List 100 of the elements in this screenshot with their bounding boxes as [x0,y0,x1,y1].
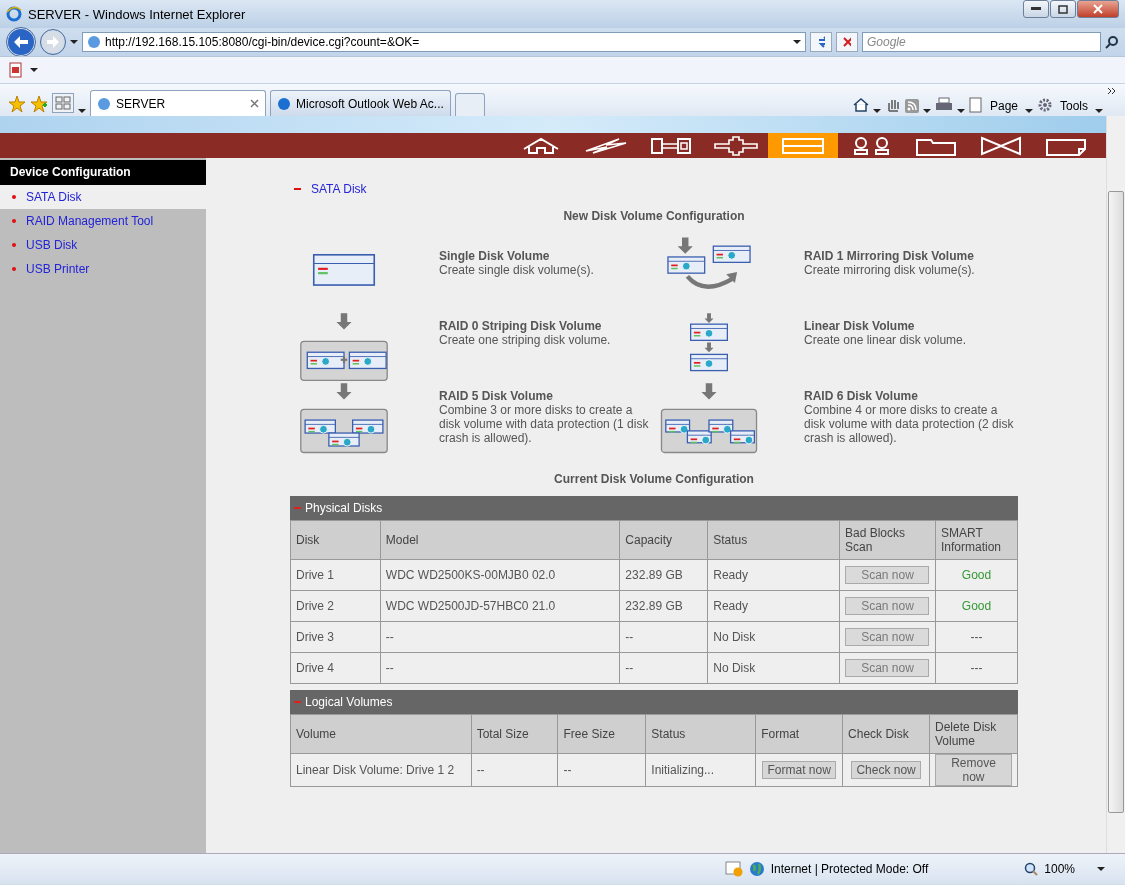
minimize-button[interactable] [1023,0,1049,18]
option-description: Create single disk volume(s). [439,263,595,277]
action-button[interactable]: Remove now [935,754,1012,786]
command-menu[interactable]: Tools [1057,99,1091,113]
gear-icon [1037,97,1053,113]
window-title: SERVER - Windows Internet Explorer [28,6,247,22]
sidebar-item[interactable]: SATA Disk [0,185,206,209]
table-cell: -- [619,652,708,684]
history-caret-icon[interactable] [70,40,78,44]
column-header: Status [707,520,840,560]
option-title: RAID 5 Disk Volume [439,389,554,403]
table-cell: Good [935,559,1018,591]
option-title: RAID 6 Disk Volume [804,389,919,403]
option-description: Create one striping disk volume. [439,333,612,347]
minimize-icon [1031,7,1041,11]
column-header: Delete Disk Volume [929,714,1018,754]
table-cell: -- [619,621,708,653]
column-header: Bad Blocks Scan [839,520,936,560]
column-header: Free Size [557,714,646,754]
table-cell: Ready [707,559,840,591]
caret-icon[interactable] [30,68,38,72]
table-cell: No Disk [707,652,840,684]
option-description: Combine 4 or more disks to create a disk volume with data protection (2 disk crash is allowed). [804,403,1014,445]
column-header: Check Disk [842,714,930,754]
stop-button[interactable] [836,32,858,52]
section-title[interactable]: SATA Disk [311,182,367,196]
table-cell: 232.89 GB [619,559,708,591]
maximize-button[interactable] [1050,0,1076,18]
option-description: Combine 3 or more disks to create a disk volume with data protection (1 disk crash is allowed). [439,403,649,445]
column-header: SMART Information [935,520,1018,560]
table-cell: Drive 1 [290,559,381,591]
option-description: Create mirroring disk volume(s). [804,263,976,277]
browser-logo-icon [6,6,22,22]
close-button[interactable] [1077,0,1119,18]
command-menu[interactable]: Page [986,99,1021,113]
table-cell: --- [935,652,1018,684]
table-cell: Drive 3 [290,621,381,653]
caret-icon[interactable] [793,40,801,44]
option-title: RAID 0 Striping Disk Volume [439,319,603,333]
scrollbar[interactable] [1106,116,1125,853]
table-title: Physical Disks [305,501,383,515]
maximize-icon [1058,4,1068,14]
option-title: Single Disk Volume [439,249,551,263]
column-header: Capacity [619,520,708,560]
refresh-button[interactable] [810,32,832,52]
address-field[interactable]: http://192.168.15.105:8080/cgi-bin/device.cgi?count=&OK= [82,32,806,52]
close-tab-icon[interactable] [250,99,259,108]
section-heading: New Disk Volume Configuration [562,209,746,223]
search-icon[interactable] [1105,35,1119,49]
home-icon[interactable] [852,97,869,113]
table-cell: WDC WD2500JD-57HBC0 21.0 [380,590,620,622]
table-cell: Linear Disk Volume: Drive 1 2 [290,753,472,787]
table-cell: Initializing... [645,753,756,787]
browser-tab[interactable]: SERVER [90,90,266,116]
stop-icon [843,37,851,47]
action-button[interactable]: Check now [851,761,921,779]
table-cell: Drive 4 [290,652,381,684]
refresh-icon [817,36,825,48]
warning-icon [724,861,743,877]
table-cell: -- [471,753,558,787]
table-cell: WDC WD2500KS-00MJB0 02.0 [380,559,620,591]
printer-icon[interactable] [934,97,953,113]
zoom-icon[interactable] [1024,862,1039,876]
close-icon [1093,4,1103,14]
table-cell: Good [935,590,1018,622]
column-header: Volume [290,714,472,754]
security-zone: Internet | Protected Mode: Off [770,862,929,876]
option-title: RAID 1 Mirroring Disk Volume [804,249,975,263]
sidebar-title: Device Configuration [0,160,206,185]
column-header: Format [755,714,843,754]
sidebar-item[interactable]: USB Printer [0,257,206,281]
table-cell: -- [557,753,646,787]
table-title: Logical Volumes [305,695,393,709]
table-cell: 232.89 GB [619,590,708,622]
document-icon[interactable] [8,62,24,78]
section-heading: Current Disk Volume Configuration [553,472,755,486]
column-header: Disk [290,520,381,560]
forward-button[interactable] [40,29,66,55]
sidebar-item[interactable]: RAID Management Tool [0,209,206,233]
table-cell: Ready [707,590,840,622]
option-title: Linear Disk Volume [804,319,916,333]
table-cell: Drive 2 [290,590,381,622]
column-header: Total Size [471,714,558,754]
table-cell: -- [380,652,620,684]
table-cell: -- [380,621,620,653]
column-header: Model [380,520,620,560]
browser-tab[interactable]: Microsoft Outlook Web Ac... [270,90,451,116]
search-field[interactable]: Google [862,32,1101,52]
table-cell: --- [935,621,1018,653]
caret-icon[interactable] [1097,867,1105,871]
add-favorite-icon[interactable] [30,95,48,113]
sidebar-item[interactable]: USB Disk [0,233,206,257]
option-description: Create one linear disk volume. [804,333,968,347]
column-header: Status [645,714,756,754]
action-button[interactable]: Format now [762,761,836,779]
zoom-level[interactable]: 100% [1044,862,1075,876]
table-cell: No Disk [707,621,840,653]
chevron-icon[interactable] [1107,86,1117,96]
favorites-star-icon[interactable] [8,95,26,113]
globe-icon [748,861,765,877]
